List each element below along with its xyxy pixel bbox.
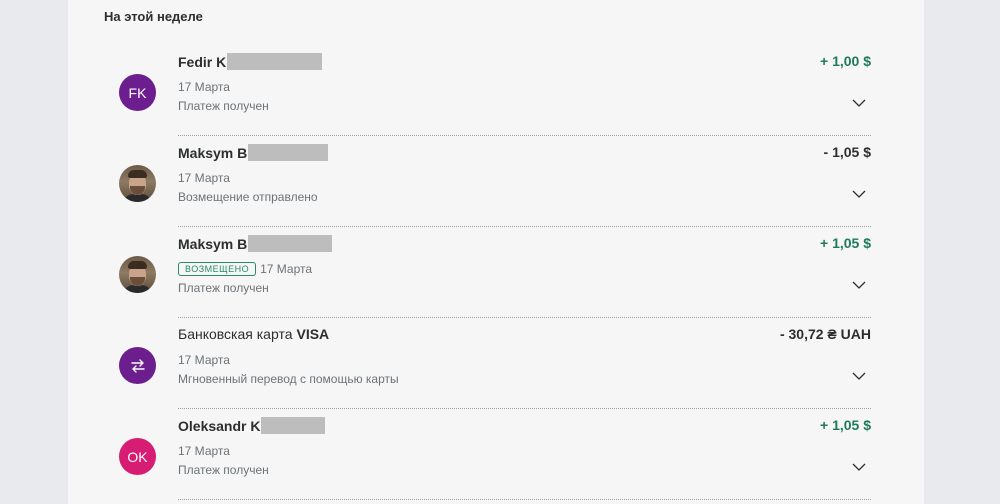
transaction-name: Oleksandr K <box>178 417 326 434</box>
chevron-down-icon[interactable] <box>852 371 866 381</box>
transaction-date-line: 17 Марта <box>178 353 230 367</box>
transaction-name: Maksym B <box>178 144 329 161</box>
transaction-name-prefix: Банковская карта <box>178 326 293 342</box>
transaction-name-text: Oleksandr K <box>178 417 261 434</box>
avatar-initials: OK <box>127 448 148 465</box>
transaction-status: Платеж получен <box>178 281 269 295</box>
transaction-name-text: Fedir K <box>178 53 227 70</box>
transaction-name-text: VISA <box>296 326 330 342</box>
avatar: FK <box>119 74 156 111</box>
redacted-surname <box>248 235 333 252</box>
user-photo-icon <box>119 165 156 202</box>
section-title: На этой неделе <box>104 9 203 24</box>
transaction-amount: - 30,72 ₴ UAH <box>779 326 871 342</box>
activity-panel: На этой неделе FK Fedir K 17 Марта Плате… <box>68 0 924 504</box>
transaction-date: 17 Марта <box>178 444 230 458</box>
transaction-date: 17 Марта <box>178 353 230 367</box>
transaction-amount: + 1,05 $ <box>820 235 871 251</box>
transaction-name-text: Maksym B <box>178 235 248 252</box>
transaction-amount: + 1,05 $ <box>820 417 871 433</box>
transaction-date-line: 17 Марта <box>178 171 230 185</box>
transfer-arrows-glyph <box>130 358 145 373</box>
user-photo-icon <box>119 256 156 293</box>
transaction-date-line: 17 Марта <box>178 80 230 94</box>
avatar-initials: FK <box>128 84 147 101</box>
transaction-date: 17 Марта <box>178 171 230 185</box>
transaction-name: Maksym B <box>178 235 333 252</box>
transaction-status: Платеж получен <box>178 99 269 113</box>
transaction-status: Мгновенный перевод с помощью карты <box>178 372 399 386</box>
transaction-status: Возмещение отправлено <box>178 190 318 204</box>
chevron-down-icon[interactable] <box>852 189 866 199</box>
transaction-row[interactable]: Maksym B ВОЗМЕЩЕНО 17 Марта Платеж получ… <box>118 227 871 318</box>
transaction-status: Платеж получен <box>178 463 269 477</box>
transaction-name: Банковская карта VISA <box>178 326 329 342</box>
transaction-row[interactable]: FK Fedir K 17 Марта Платеж получен + 1,0… <box>118 45 871 136</box>
transaction-name-text: Maksym B <box>178 144 248 161</box>
redacted-surname <box>248 144 329 161</box>
transaction-row[interactable]: Банковская карта VISA 17 Марта Мгновенны… <box>118 318 871 409</box>
chevron-down-icon[interactable] <box>852 98 866 108</box>
chevron-down-icon[interactable] <box>852 462 866 472</box>
redacted-surname <box>227 53 323 70</box>
transaction-row[interactable]: Maksym B 17 Марта Возмещение отправлено … <box>118 136 871 227</box>
transaction-date: 17 Марта <box>178 80 230 94</box>
transaction-amount: + 1,00 $ <box>820 53 871 69</box>
transaction-amount: - 1,05 $ <box>823 144 871 160</box>
refund-badge: ВОЗМЕЩЕНО <box>178 262 257 276</box>
transaction-date: 17 Марта <box>260 262 313 276</box>
chevron-down-icon[interactable] <box>852 280 866 290</box>
transaction-name: Fedir K <box>178 53 323 70</box>
transaction-date-line: 17 Марта <box>178 444 230 458</box>
row-divider <box>178 499 871 500</box>
transfer-arrows-icon <box>119 347 156 384</box>
redacted-surname <box>261 417 326 434</box>
transaction-row[interactable]: OK Oleksandr K 17 Марта Платеж получен +… <box>118 409 871 500</box>
transaction-date-line: ВОЗМЕЩЕНО 17 Марта <box>178 262 312 276</box>
avatar: OK <box>119 438 156 475</box>
